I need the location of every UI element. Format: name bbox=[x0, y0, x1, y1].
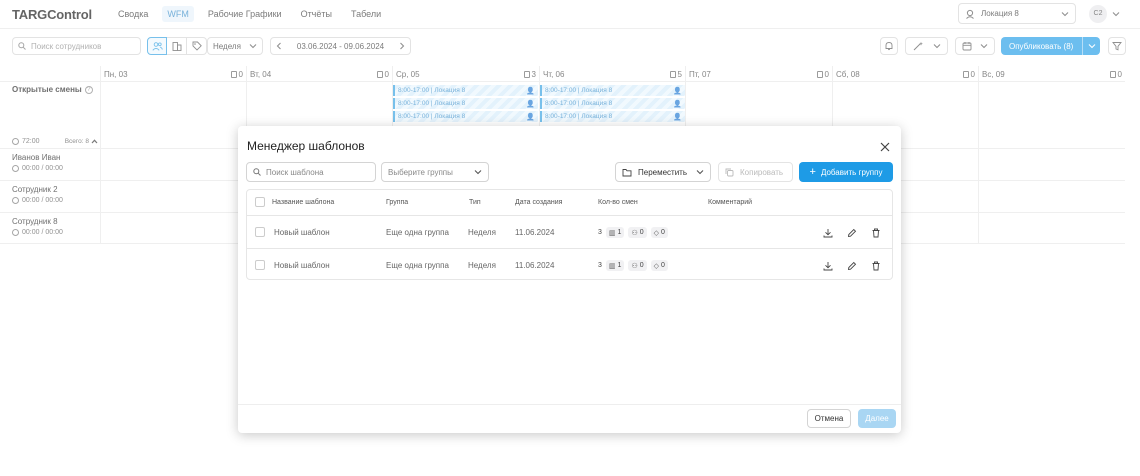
cancel-button[interactable]: Отмена bbox=[807, 409, 851, 428]
select-all-checkbox[interactable] bbox=[255, 197, 265, 207]
employee-count-chip: ⚇ 0 bbox=[628, 227, 647, 238]
chip-value: 1 bbox=[617, 262, 622, 269]
modal-title: Менеджер шаблонов bbox=[247, 139, 365, 153]
column-header[interactable]: Название шаблона bbox=[272, 190, 334, 215]
tag-icon: ◇ bbox=[653, 262, 660, 270]
add-group-button[interactable]: + Добавить группу bbox=[799, 162, 893, 182]
column-header[interactable]: Дата создания bbox=[515, 190, 562, 215]
chip-value: 1 bbox=[617, 229, 622, 236]
building-icon: ▥ bbox=[608, 229, 616, 237]
table-row[interactable]: Новый шаблон Еще одна группа Неделя 11.0… bbox=[247, 248, 892, 281]
search-icon bbox=[253, 168, 261, 176]
shift-count-value: 3 bbox=[598, 229, 602, 236]
row-checkbox[interactable] bbox=[255, 260, 265, 270]
chevron-down-icon bbox=[474, 170, 482, 175]
template-shift-count: 3 ▥ 1 ⚇ 0 ◇ 0 bbox=[598, 216, 668, 249]
template-shift-count: 3 ▥ 1 ⚇ 0 ◇ 0 bbox=[598, 249, 668, 282]
copy-button[interactable]: Копировать bbox=[718, 162, 793, 182]
move-button[interactable]: Переместить bbox=[615, 162, 711, 182]
building-icon: ▥ bbox=[608, 262, 616, 270]
copy-icon bbox=[725, 168, 734, 176]
chip-value: 0 bbox=[661, 262, 665, 269]
template-group: Еще одна группа bbox=[386, 228, 449, 237]
template-type: Неделя bbox=[468, 228, 496, 237]
close-icon[interactable] bbox=[880, 139, 890, 155]
users-icon: ⚇ bbox=[631, 229, 638, 237]
template-name: Новый шаблон bbox=[274, 228, 330, 237]
column-header[interactable]: Комментарий bbox=[708, 190, 752, 215]
chip-value: 0 bbox=[639, 229, 644, 236]
chevron-down-icon bbox=[696, 170, 704, 175]
download-icon[interactable] bbox=[823, 249, 833, 282]
edit-icon[interactable] bbox=[847, 216, 857, 249]
group-select-placeholder: Выберите группы bbox=[388, 167, 453, 177]
modal-footer-divider bbox=[238, 404, 901, 405]
search-placeholder: Поиск шаблона bbox=[266, 167, 324, 177]
folder-icon bbox=[622, 168, 632, 176]
edit-icon[interactable] bbox=[847, 249, 857, 282]
template-search-input[interactable]: Поиск шаблона bbox=[246, 162, 376, 182]
template-date: 11.06.2024 bbox=[515, 228, 555, 237]
users-icon: ⚇ bbox=[631, 262, 638, 270]
add-group-label: Добавить группу bbox=[820, 167, 883, 177]
templates-table: Название шаблона Группа Тип Дата создани… bbox=[246, 189, 893, 280]
next-button[interactable]: Далее bbox=[858, 409, 896, 428]
table-row[interactable]: Новый шаблон Еще одна группа Неделя 11.0… bbox=[247, 215, 892, 248]
column-header[interactable]: Кол-во смен bbox=[598, 190, 638, 215]
template-type: Неделя bbox=[468, 261, 496, 270]
location-count-chip: ▥ 1 bbox=[605, 227, 625, 238]
template-name: Новый шаблон bbox=[274, 261, 330, 270]
employee-count-chip: ⚇ 0 bbox=[628, 260, 647, 271]
copy-label: Копировать bbox=[740, 167, 784, 177]
column-header[interactable]: Группа bbox=[386, 190, 408, 215]
tag-count-chip: ◇ 0 bbox=[650, 227, 668, 238]
plus-icon: + bbox=[809, 166, 816, 178]
template-group: Еще одна группа bbox=[386, 261, 449, 270]
tag-icon: ◇ bbox=[653, 229, 660, 237]
download-icon[interactable] bbox=[823, 216, 833, 249]
move-label: Переместить bbox=[638, 167, 688, 177]
chip-value: 0 bbox=[639, 262, 644, 269]
shift-count-value: 3 bbox=[598, 262, 602, 269]
row-checkbox[interactable] bbox=[255, 227, 265, 237]
delete-icon[interactable] bbox=[871, 216, 881, 249]
location-count-chip: ▥ 1 bbox=[605, 260, 625, 271]
delete-icon[interactable] bbox=[871, 249, 881, 282]
column-header[interactable]: Тип bbox=[469, 190, 481, 215]
tag-count-chip: ◇ 0 bbox=[650, 260, 668, 271]
chip-value: 0 bbox=[661, 229, 665, 236]
template-manager-modal: Менеджер шаблонов Поиск шаблона Выберите… bbox=[238, 126, 901, 433]
group-select[interactable]: Выберите группы bbox=[381, 162, 489, 182]
template-date: 11.06.2024 bbox=[515, 261, 555, 270]
